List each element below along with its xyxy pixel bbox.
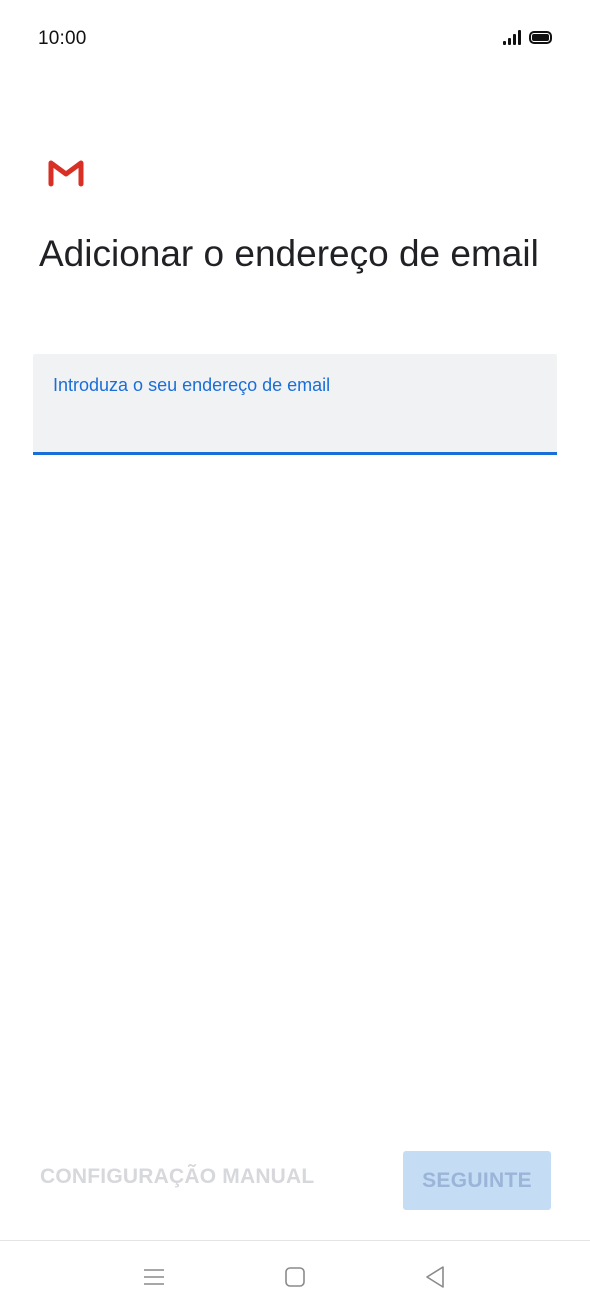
status-time: 10:00 bbox=[38, 28, 87, 49]
status-bar: 10:00 bbox=[0, 0, 590, 80]
email-input[interactable] bbox=[53, 406, 537, 438]
gmail-logo-icon bbox=[47, 157, 85, 187]
status-icons bbox=[503, 29, 552, 45]
page-title: Adicionar o endereço de email bbox=[39, 233, 539, 274]
email-field-label: Introduza o seu endereço de email bbox=[53, 375, 331, 395]
home-icon[interactable] bbox=[275, 1261, 315, 1293]
next-button[interactable]: SEGUINTE bbox=[403, 1151, 551, 1210]
back-icon[interactable] bbox=[415, 1261, 455, 1293]
navigation-bar bbox=[0, 1241, 590, 1312]
email-field[interactable]: Introduza o seu endereço de email bbox=[33, 354, 557, 455]
cellular-signal-icon bbox=[503, 29, 521, 45]
menu-icon[interactable] bbox=[134, 1261, 174, 1293]
battery-icon bbox=[529, 31, 552, 44]
manual-setup-button[interactable]: CONFIGURAÇÃO MANUAL bbox=[40, 1165, 314, 1189]
